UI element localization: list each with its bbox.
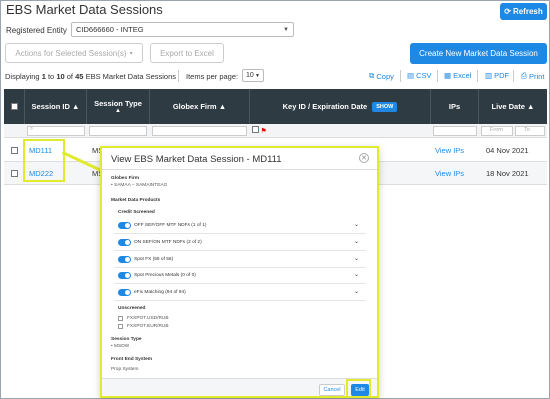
print-label: Print bbox=[529, 71, 545, 81]
refresh-icon: ⟳ bbox=[504, 7, 511, 16]
modal-highlight bbox=[100, 146, 379, 398]
select-all-checkbox[interactable] bbox=[10, 103, 18, 110]
pdf-icon: ▥ bbox=[485, 71, 493, 80]
sort-up-icon: ▲ bbox=[218, 102, 227, 111]
items-per-page-label: Items per page: bbox=[186, 72, 239, 81]
copy-icon: ⧉ bbox=[369, 71, 375, 80]
refresh-button[interactable]: ⟳ Refresh bbox=[500, 3, 547, 20]
registered-entity-label: Registered Entity bbox=[6, 26, 67, 35]
row-checkbox[interactable] bbox=[11, 170, 18, 177]
to-placeholder: To bbox=[524, 127, 530, 133]
app-window: EBS Market Data Sessions ⟳ Refresh Regis… bbox=[0, 0, 550, 399]
column-globex-firm[interactable]: Globex Firm ▲ bbox=[150, 89, 250, 124]
column-label: IPs bbox=[448, 102, 461, 111]
excel-link[interactable]: ▦ Excel bbox=[444, 71, 471, 80]
items-per-page-select[interactable]: 10 ▼ bbox=[242, 69, 264, 82]
row-select-cell bbox=[11, 162, 18, 185]
excel-label: Excel bbox=[453, 71, 472, 80]
filter-globex[interactable] bbox=[152, 126, 247, 136]
column-label: Session ID bbox=[31, 102, 70, 111]
paging-summary: Displaying 1 to 10 of 45 EBS Market Data… bbox=[5, 72, 176, 81]
search-icon: ⌕ bbox=[30, 126, 34, 132]
chevron-down-icon: ▼ bbox=[255, 72, 260, 79]
export-excel-button[interactable]: Export to Excel bbox=[150, 43, 224, 63]
divider bbox=[178, 70, 179, 82]
live-date-cell: 18 Nov 2021 bbox=[486, 169, 529, 178]
column-label: Session Type bbox=[94, 99, 142, 108]
chevron-down-icon: ▼ bbox=[283, 26, 289, 33]
divider bbox=[400, 70, 401, 82]
file-icon: ▤ bbox=[407, 71, 415, 80]
actions-label: Actions for Selected Session(s) bbox=[15, 48, 127, 58]
column-label: Live Date bbox=[491, 102, 525, 111]
show-keys-button[interactable]: SHOW bbox=[372, 101, 398, 112]
divider bbox=[513, 70, 514, 82]
row-select-cell bbox=[11, 139, 18, 162]
excel-icon: ▦ bbox=[444, 71, 452, 80]
view-ips-link[interactable]: View IPs bbox=[435, 139, 464, 162]
row-checkbox[interactable] bbox=[11, 147, 18, 154]
copy-link[interactable]: ⧉ Copy bbox=[369, 71, 394, 81]
paging-to: 10 bbox=[56, 72, 65, 81]
flag-icon[interactable]: ⚑ bbox=[261, 128, 267, 135]
table-header: Session ID ▲ Session Type ▲ Globex Firm ▲… bbox=[4, 89, 547, 124]
key-filter-checkbox[interactable] bbox=[252, 126, 259, 133]
filter-date-from[interactable]: From bbox=[481, 126, 513, 136]
filter-session-type[interactable] bbox=[89, 126, 147, 136]
column-session-id[interactable]: Session ID ▲ bbox=[25, 89, 87, 124]
chevron-down-icon: ▾ bbox=[129, 50, 133, 57]
column-label: Globex Firm bbox=[172, 102, 217, 111]
paging-to-word: to bbox=[47, 72, 55, 81]
live-date-cell: 04 Nov 2021 bbox=[486, 146, 529, 155]
column-live-date[interactable]: Live Date ▲ bbox=[479, 89, 547, 124]
csv-label: CSV bbox=[416, 71, 432, 80]
edit-highlight bbox=[346, 379, 371, 398]
highlight-box bbox=[23, 139, 65, 182]
print-icon: ⎙ bbox=[521, 71, 527, 80]
copy-label: Copy bbox=[376, 71, 394, 81]
select-all-cell[interactable] bbox=[4, 89, 25, 124]
refresh-label: Refresh bbox=[512, 7, 543, 16]
from-placeholder: From bbox=[490, 127, 503, 133]
view-ips-link[interactable]: View IPs bbox=[435, 162, 464, 185]
registered-entity-value: CID666660 - INTEG bbox=[76, 25, 144, 34]
filter-session-id[interactable]: ⌕ bbox=[27, 126, 85, 136]
page-title: EBS Market Data Sessions bbox=[6, 2, 163, 17]
filter-row: ⌕ ⚑ From To bbox=[4, 124, 547, 138]
csv-link[interactable]: ▤ CSV bbox=[407, 71, 432, 80]
paging-from: 1 bbox=[41, 72, 46, 81]
actions-dropdown-button[interactable]: Actions for Selected Session(s) ▾ bbox=[5, 43, 143, 63]
paging-suffix: EBS Market Data Sessions bbox=[85, 72, 177, 81]
sort-up-icon: ▲ bbox=[115, 108, 121, 114]
sort-up-icon: ▲ bbox=[72, 102, 80, 111]
column-ips[interactable]: IPs bbox=[431, 89, 479, 124]
filter-date-to[interactable]: To bbox=[515, 126, 545, 136]
registered-entity-select[interactable]: CID666660 - INTEG ▼ bbox=[71, 22, 294, 37]
column-key-id[interactable]: Key ID / Expiration Date SHOW bbox=[250, 89, 431, 124]
paging-total: 45 bbox=[75, 72, 84, 81]
items-per-page-value: 10 bbox=[246, 72, 254, 79]
print-link[interactable]: ⎙ Print bbox=[521, 71, 544, 81]
divider bbox=[437, 70, 438, 82]
filter-ips[interactable] bbox=[433, 126, 477, 136]
sort-up-icon: ▲ bbox=[527, 102, 535, 111]
pdf-label: PDF bbox=[494, 71, 510, 80]
divider bbox=[477, 70, 478, 82]
pdf-link[interactable]: ▥ PDF bbox=[485, 71, 509, 80]
paging-of-word: of bbox=[66, 72, 74, 81]
column-session-type[interactable]: Session Type ▲ bbox=[87, 89, 150, 124]
paging-prefix: Displaying bbox=[5, 72, 40, 81]
create-session-button[interactable]: Create New Market Data Session bbox=[410, 43, 547, 64]
column-label: Key ID / Expiration Date bbox=[282, 102, 368, 111]
filter-key-id: ⚑ bbox=[252, 126, 428, 136]
